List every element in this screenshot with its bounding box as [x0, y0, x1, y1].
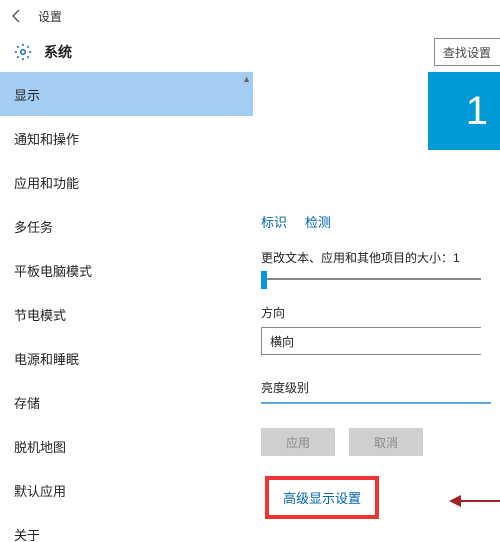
slider-thumb[interactable]: [261, 271, 267, 289]
sidebar-item-label: 存储: [14, 393, 40, 412]
sidebar-item-10[interactable]: 关于: [0, 512, 253, 542]
sidebar-item-5[interactable]: 节电模式: [0, 292, 253, 336]
search-placeholder: 查找设置: [443, 44, 491, 61]
arrow-left-icon: [9, 8, 25, 24]
orientation-label: 方向: [261, 304, 500, 321]
sidebar-item-4[interactable]: 平板电脑模式: [0, 248, 253, 292]
sidebar-item-label: 平板电脑模式: [14, 261, 92, 280]
window-title: 设置: [38, 8, 62, 25]
sidebar-item-0[interactable]: 显示: [0, 72, 253, 116]
sidebar-item-8[interactable]: 脱机地图: [0, 424, 253, 468]
sidebar-item-label: 多任务: [14, 217, 53, 236]
detect-link[interactable]: 检测: [305, 212, 331, 231]
sidebar: ▲ 显示通知和操作应用和功能多任务平板电脑模式节电模式电源和睡眠存储脱机地图默认…: [0, 72, 253, 542]
gear-icon: [14, 43, 32, 61]
sidebar-item-7[interactable]: 存储: [0, 380, 253, 424]
sidebar-item-2[interactable]: 应用和功能: [0, 160, 253, 204]
header: 系统 查找设置: [0, 32, 500, 72]
orientation-value: 横向: [270, 333, 294, 350]
content-pane: 1 标识 检测 更改文本、应用和其他项目的大小：1 方向 横向 亮度级别 应用 …: [253, 72, 500, 542]
sidebar-item-label: 节电模式: [14, 305, 66, 324]
apply-button[interactable]: 应用: [261, 428, 335, 456]
resize-label: 更改文本、应用和其他项目的大小：1: [261, 249, 500, 266]
monitor-number: 1: [466, 89, 488, 134]
advanced-display-link[interactable]: 高级显示设置: [283, 491, 361, 506]
sidebar-item-9[interactable]: 默认应用: [0, 468, 253, 512]
sidebar-item-1[interactable]: 通知和操作: [0, 116, 253, 160]
identify-link[interactable]: 标识: [261, 212, 287, 231]
sidebar-item-label: 显示: [14, 85, 40, 104]
sidebar-item-label: 通知和操作: [14, 129, 79, 148]
orientation-select[interactable]: 横向: [261, 327, 481, 355]
page-title: 系统: [44, 42, 72, 62]
back-button[interactable]: [8, 7, 26, 25]
titlebar: 设置: [0, 0, 500, 32]
cancel-button[interactable]: 取消: [349, 428, 423, 456]
monitor-preview[interactable]: 1: [428, 72, 500, 150]
annotation-arrow: [459, 500, 500, 502]
sidebar-item-label: 电源和睡眠: [14, 349, 79, 368]
sidebar-item-6[interactable]: 电源和睡眠: [0, 336, 253, 380]
sidebar-item-label: 脱机地图: [14, 437, 66, 456]
scroll-up-icon[interactable]: ▲: [242, 74, 251, 84]
brightness-slider[interactable]: [261, 402, 491, 404]
brightness-label: 亮度级别: [261, 379, 500, 396]
sidebar-item-3[interactable]: 多任务: [0, 204, 253, 248]
sidebar-item-label: 默认应用: [14, 481, 66, 500]
annotation-highlight: 高级显示设置: [265, 476, 379, 519]
search-input[interactable]: 查找设置: [434, 38, 500, 66]
sidebar-item-label: 应用和功能: [14, 173, 79, 192]
text-size-slider[interactable]: [261, 278, 481, 280]
sidebar-item-label: 关于: [14, 525, 40, 542]
